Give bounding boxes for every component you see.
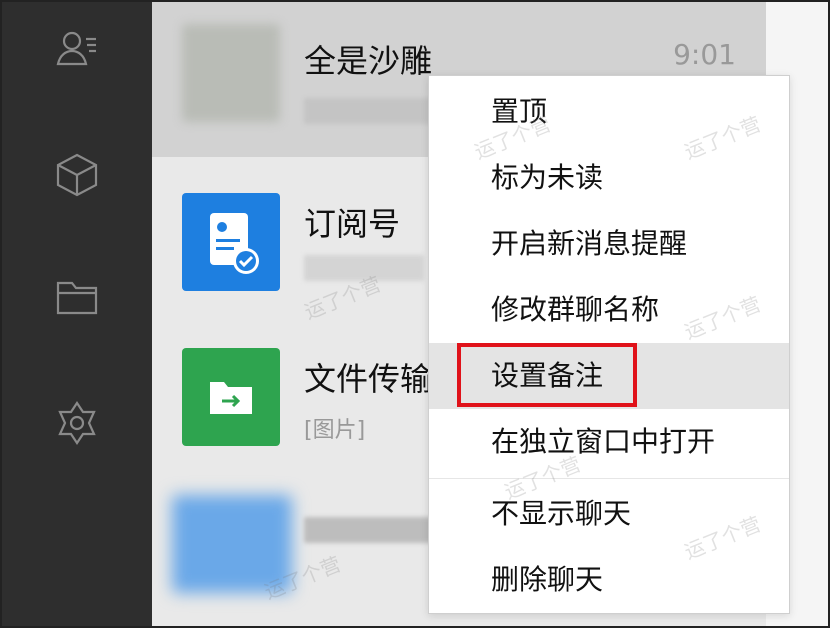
menu-item-pin[interactable]: 置顶 [429,79,789,145]
menu-item-delete-chat[interactable]: 删除聊天 [429,547,789,613]
file-transfer-avatar [182,348,280,446]
settings-icon[interactable] [52,398,102,448]
chat-name: 文件传输 [304,360,433,398]
chat-preview-blurred [304,255,424,281]
mini-program-icon[interactable] [52,150,102,200]
menu-item-hide-chat[interactable]: 不显示聊天 [429,481,789,547]
menu-item-enable-notifications[interactable]: 开启新消息提醒 [429,211,789,277]
subscription-document-icon [210,213,259,274]
file-transfer-folder-icon [210,382,252,414]
chat-name: 全是沙雕 [304,42,433,80]
menu-item-open-in-window[interactable]: 在独立窗口中打开 [429,409,789,475]
menu-separator [429,478,789,479]
chat-time: 9:01 [673,38,736,71]
chat-preview: [图片] [304,418,366,443]
chat-name: 订阅号 [304,205,401,243]
menu-item-rename-group[interactable]: 修改群聊名称 [429,277,789,343]
wechat-window: 全是沙雕 9:01 订阅号 文件传输 [图片] 置顶 标为未读 开启新消息提醒 … [0,0,830,628]
avatar [172,495,292,593]
contacts-icon[interactable] [52,24,102,74]
subscription-avatar [182,193,280,291]
menu-item-mark-unread[interactable]: 标为未读 [429,145,789,211]
sidebar [2,2,152,626]
folder-icon[interactable] [52,272,102,322]
avatar [182,24,280,122]
highlight-box [457,343,637,407]
